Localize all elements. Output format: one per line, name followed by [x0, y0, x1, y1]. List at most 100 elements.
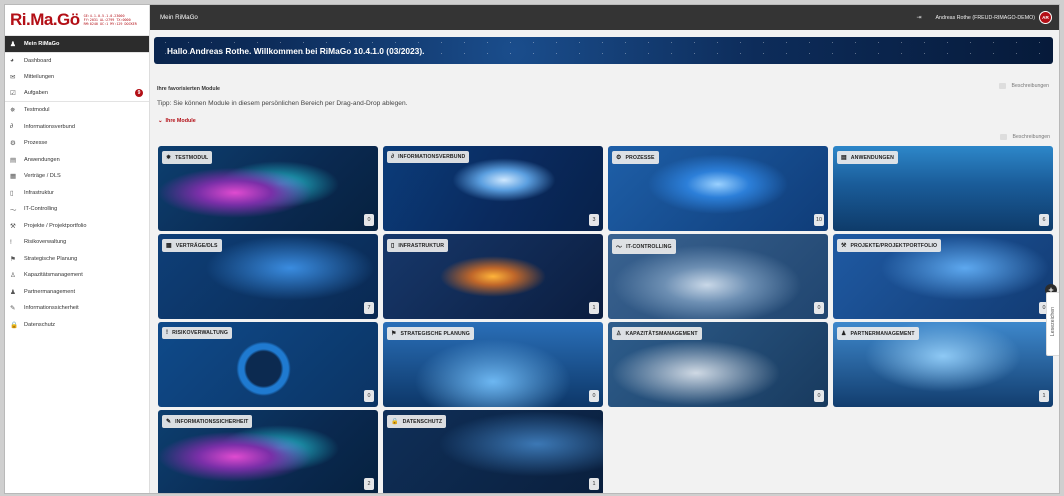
sidebar-item-label: Testmodul	[24, 107, 50, 114]
mail-icon: ✉	[10, 74, 16, 82]
person-icon: ♙	[616, 331, 622, 337]
sidebar-item-anwendungen[interactable]: ▤ Anwendungen	[5, 152, 149, 169]
server-icon: ▯	[391, 243, 395, 249]
sidebar-item-informationsverbund[interactable]: ∂ Informationsverbund	[5, 119, 149, 136]
sidebar-item-label: Dashboard	[24, 57, 52, 64]
module-tile-kapazitätsmanagement[interactable]: ♙ KAPAZITÄTSMANAGEMENT 0	[608, 322, 828, 407]
module-item-count: 1	[589, 302, 599, 314]
sidebar-item-dashboard[interactable]: ◕ Dashboard	[5, 53, 149, 70]
module-item-count: 0	[364, 390, 374, 402]
page-title: Mein RiMaGo	[160, 14, 198, 21]
chart-line-icon: 〜	[10, 207, 17, 215]
module-tile-label: ! RISIKOVERWALTUNG	[162, 327, 232, 339]
sidebar-item-mein-rimago[interactable]: ♟ Mein RiMaGo	[5, 36, 149, 53]
chevron-down-icon: ⌄	[158, 118, 163, 124]
sidebar-item-mitteilungen[interactable]: ✉ Mitteilungen	[5, 69, 149, 86]
lock-icon: 🔒	[391, 419, 399, 425]
avatar[interactable]: AR	[1039, 11, 1052, 24]
sidebar-item-label: Kapazitätsmanagement	[24, 272, 83, 279]
sidebar-nav: ♟ Mein RiMaGo ◕ Dashboard ✉ Mitteilungen ☑ Aufg…	[5, 36, 149, 333]
module-tile-testmodul[interactable]: ✵ TESTMODUL 0	[158, 146, 378, 231]
module-item-count: 2	[364, 478, 374, 490]
user-name[interactable]: Andreas Rothe (FREUD-RIMAGO-DEMO)	[936, 15, 1035, 21]
module-tile-strategische-planung[interactable]: ⚑ STRATEGISCHE PLANUNG 0	[383, 322, 603, 407]
module-tile-infrastruktur[interactable]: ▯ INFRASTRUKTUR 1	[383, 234, 603, 319]
pen-icon: ✎	[166, 419, 172, 425]
bookmarks-label: Lesezeichen	[1050, 307, 1056, 337]
lock-icon: 🔒	[10, 321, 19, 329]
your-modules-toggle[interactable]: ⌄ Ihre Module	[158, 118, 196, 124]
logout-icon[interactable]: ⇥	[916, 14, 921, 21]
flag-icon: ⚑	[391, 331, 397, 337]
sidebar-item-projekte-projektportfolio[interactable]: ⚒ Projekte / Projektportfolio	[5, 218, 149, 235]
descriptions-label: Beschreibungen	[1011, 83, 1050, 89]
module-tile-prozesse[interactable]: ⚙ PROZESSE 10	[608, 146, 828, 231]
sidebar-item-label: Prozesse	[24, 140, 48, 147]
bookmarks-tab[interactable]: Lesezeichen	[1046, 292, 1059, 356]
module-tile-title: IT-CONTROLLING	[626, 243, 672, 250]
sidebar-item-aufgaben[interactable]: ☑ Aufgaben 9	[5, 86, 149, 102]
users-icon: ♟	[841, 331, 847, 337]
module-item-count: 6	[1039, 214, 1049, 226]
checkbox-icon[interactable]	[998, 83, 1006, 89]
module-tile-anwendungen[interactable]: ▤ ANWENDUNGEN 6	[833, 146, 1053, 231]
module-tile-informationssicherheit[interactable]: ✎ INFORMATIONSSICHERHEIT 2	[158, 410, 378, 493]
module-tile-it-controlling[interactable]: 〜 IT-CONTROLLING 0	[608, 234, 828, 319]
sidebar-item-label: Mein RiMaGo	[24, 40, 60, 47]
logo[interactable]: Ri.Ma.Gö	[10, 10, 80, 30]
module-tile-label: ♟ PARTNERMANAGEMENT	[837, 327, 919, 340]
module-tile-label: ⚒ PROJEKTE/PROJEKTPORTFOLIO	[837, 239, 942, 252]
topbar: Mein RiMaGo ⇥ Andreas Rothe (FREUD-RIMAG…	[150, 5, 1059, 30]
modules-descriptions-toggle[interactable]: Beschreibungen	[999, 134, 1051, 140]
sidebar-item-datenschutz[interactable]: 🔒 Datenschutz	[5, 317, 149, 334]
module-tile-label: ✵ TESTMODUL	[162, 151, 213, 164]
sidebar-item-prozesse[interactable]: ⚙ Prozesse	[5, 135, 149, 152]
module-item-count: 1	[589, 478, 599, 490]
sidebar-item-testmodul[interactable]: ✵ Testmodul	[5, 102, 149, 119]
module-tile-label: ♙ KAPAZITÄTSMANAGEMENT	[612, 327, 702, 340]
module-tile-title: VERTRÄGE/DLS	[175, 242, 218, 249]
gears-icon: ⚙	[10, 140, 16, 148]
checkbox-icon[interactable]	[999, 134, 1007, 140]
favorites-descriptions-toggle[interactable]: Beschreibungen	[998, 83, 1050, 89]
module-tile-label: ▤ ANWENDUNGEN	[837, 151, 898, 164]
module-tile-label: ⚑ STRATEGISCHE PLANUNG	[387, 327, 474, 340]
sidebar-item-risikoverwaltung[interactable]: ! Risikoverwaltung	[5, 234, 149, 251]
window-icon: ▤	[10, 156, 17, 164]
gears-icon: ⚙	[616, 155, 622, 161]
project-icon: ⚒	[841, 243, 847, 249]
dashboard-icon: ◕	[10, 57, 14, 65]
logo-area[interactable]: Ri.Ma.Gö GE:4.1.0-5.1.0.23000 FY:2031 AL…	[5, 5, 149, 36]
module-item-count: 7	[364, 302, 374, 314]
flag-icon: ⚑	[10, 255, 16, 263]
sidebar-item-verträge-dls[interactable]: ▦ Verträge / DLS	[5, 168, 149, 185]
module-tile-label: 〜 IT-CONTROLLING	[612, 239, 676, 254]
task-count-badge: 9	[135, 89, 143, 98]
logo-version-info: GE:4.1.0-5.1.0.23000 FY:2031 AL:2799 TX:…	[84, 14, 137, 27]
module-tile-label: ✎ INFORMATIONSSICHERHEIT	[162, 415, 253, 428]
sidebar-item-infrastruktur[interactable]: ▯ Infrastruktur	[5, 185, 149, 202]
module-tile-label: ▯ INFRASTRUKTUR	[387, 239, 449, 252]
sidebar-item-label: Mitteilungen	[24, 74, 55, 81]
module-tile-partnermanagement[interactable]: ♟ PARTNERMANAGEMENT 1	[833, 322, 1053, 407]
sidebar-item-label: Informationssicherheit	[24, 305, 79, 312]
sidebar-item-label: Informationsverbund	[24, 123, 75, 130]
module-item-count: 0	[814, 302, 824, 314]
sidebar-item-partnermanagement[interactable]: ♟ Partnermanagement	[5, 284, 149, 301]
sidebar-item-strategische-planung[interactable]: ⚑ Strategische Planung	[5, 251, 149, 268]
module-tile-title: TESTMODUL	[175, 154, 209, 161]
testmodul-icon: ✵	[166, 155, 172, 161]
module-item-count: 0	[364, 214, 374, 226]
sidebar: Ri.Ma.Gö GE:4.1.0-5.1.0.23000 FY:2031 AL…	[5, 5, 150, 493]
module-tile-title: KAPAZITÄTSMANAGEMENT	[625, 330, 698, 337]
sidebar-item-informationssicherheit[interactable]: ✎ Informationssicherheit	[5, 300, 149, 317]
sidebar-item-kapazitätsmanagement[interactable]: ♙ Kapazitätsmanagement	[5, 267, 149, 284]
module-tile-projekte-projektportfolio[interactable]: ⚒ PROJEKTE/PROJEKTPORTFOLIO 0	[833, 234, 1053, 319]
module-tile-risikoverwaltung[interactable]: ! RISIKOVERWALTUNG 0	[158, 322, 378, 407]
descriptions-label: Beschreibungen	[1012, 134, 1051, 140]
module-tile-datenschutz[interactable]: 🔒 DATENSCHUTZ 1	[383, 410, 603, 493]
module-tile-verträge-dls[interactable]: ▦ VERTRÄGE/DLS 7	[158, 234, 378, 319]
module-tile-title: DATENSCHUTZ	[402, 418, 443, 425]
module-tile-informationsverbund[interactable]: ∂ INFORMATIONSVERBUND 3	[383, 146, 603, 231]
sidebar-item-it-controlling[interactable]: 〜 IT-Controlling	[5, 201, 149, 218]
